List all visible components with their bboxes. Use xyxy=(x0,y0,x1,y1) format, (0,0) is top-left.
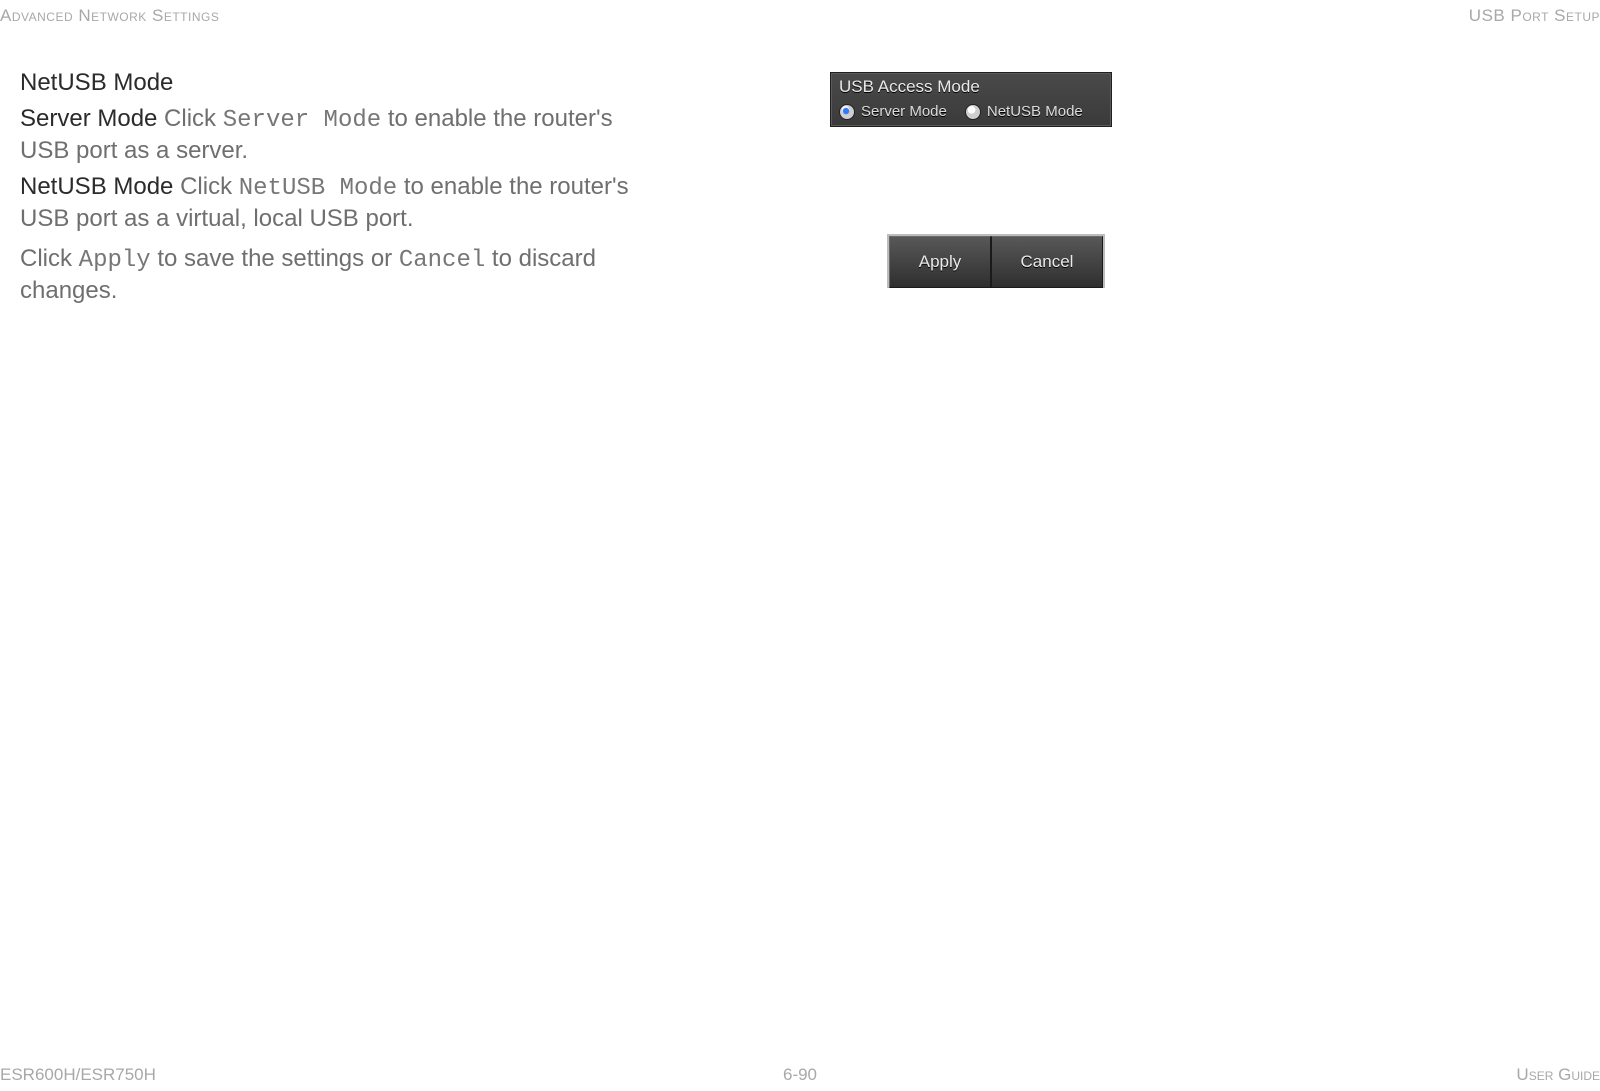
apply-button[interactable]: Apply xyxy=(889,236,991,288)
cancel-button[interactable]: Cancel xyxy=(991,236,1103,288)
usb-access-mode-panel: USB Access Mode Server Mode NetUSB Mode xyxy=(830,72,1112,127)
header-left: Advanced Network Settings xyxy=(0,6,219,26)
code-netusb-mode: NetUSB Mode xyxy=(239,175,397,202)
option-netusb-mode-label: NetUSB Mode xyxy=(987,103,1083,120)
footer-left: ESR600H/ESR750H xyxy=(0,1065,156,1085)
option-server-mode[interactable]: Server Mode xyxy=(839,103,947,120)
label-netusb-mode: NetUSB Mode xyxy=(20,173,173,200)
body-content: NetUSB Mode Server Mode Click Server Mod… xyxy=(20,68,660,312)
code-cancel: Cancel xyxy=(399,247,485,274)
text-apply-suffix-2: changes. xyxy=(20,277,117,304)
usb-panel-options: Server Mode NetUSB Mode xyxy=(831,101,1111,126)
option-netusb-mode[interactable]: NetUSB Mode xyxy=(965,103,1083,120)
button-bar: Apply Cancel xyxy=(887,234,1105,288)
radio-server-mode-icon[interactable] xyxy=(839,104,855,120)
section-title-netusb: NetUSB Mode xyxy=(20,69,173,96)
code-server-mode: Server Mode xyxy=(223,107,381,134)
text-apply-mid: to save the settings or xyxy=(151,245,399,272)
radio-netusb-mode-icon[interactable] xyxy=(965,104,981,120)
text-apply-suffix-1: to discard xyxy=(485,245,596,272)
footer-right: User Guide xyxy=(1516,1065,1600,1085)
text-server-suffix-2: USB port as a server. xyxy=(20,137,248,164)
footer-center: 6-90 xyxy=(783,1065,817,1085)
header-right: USB Port Setup xyxy=(1469,6,1600,26)
label-server-mode: Server Mode xyxy=(20,105,157,132)
text-netusb-suffix-2: USB port as a virtual, local USB port. xyxy=(20,205,414,232)
text-apply-prefix: Click xyxy=(20,245,79,272)
text-netusb-suffix-1: to enable the router's xyxy=(397,173,628,200)
option-server-mode-label: Server Mode xyxy=(861,103,947,120)
usb-panel-title: USB Access Mode xyxy=(831,73,1111,101)
code-apply: Apply xyxy=(79,247,151,274)
text-server-suffix-1: to enable the router's xyxy=(381,105,612,132)
text-server-prefix: Click xyxy=(157,105,222,132)
text-netusb-prefix: Click xyxy=(173,173,238,200)
